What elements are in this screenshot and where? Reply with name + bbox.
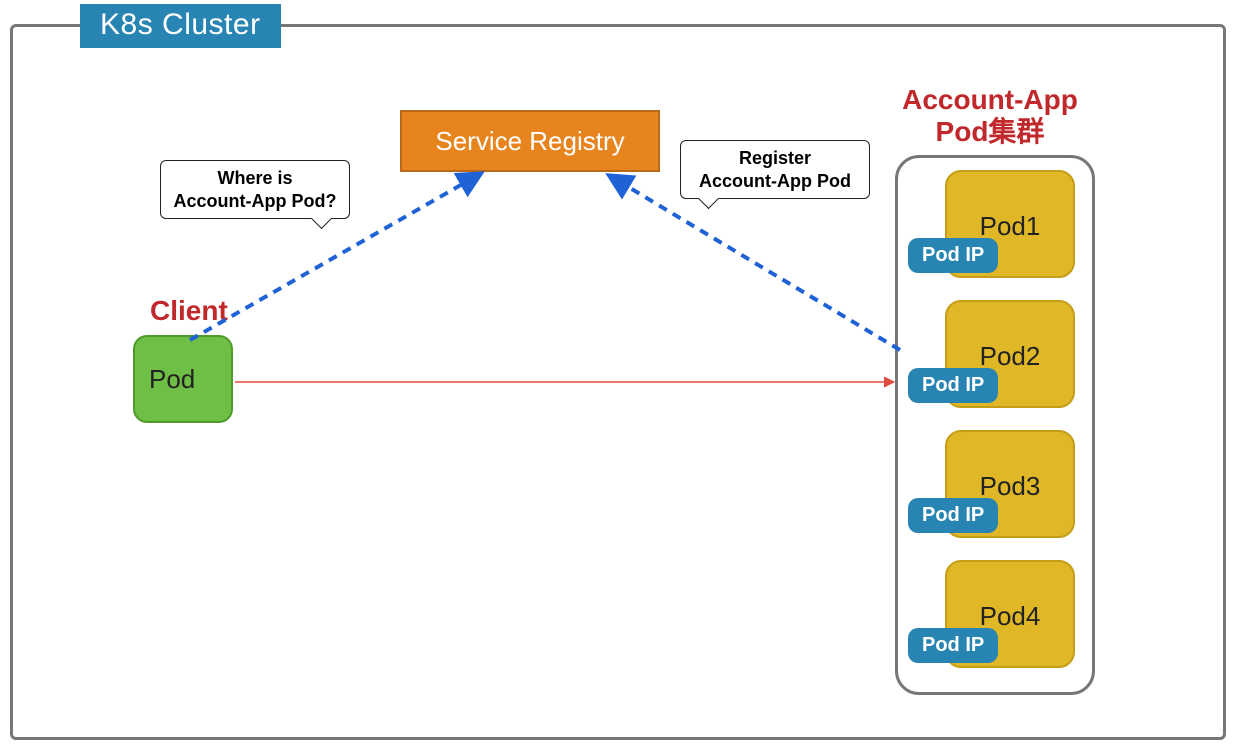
- bubble-left-line1: Where is: [217, 168, 292, 188]
- speech-bubble-register: Register Account-App Pod: [680, 140, 870, 199]
- client-pod-box: Pod: [133, 335, 233, 423]
- account-app-heading-line2: Pod集群: [936, 116, 1045, 147]
- client-heading: Client: [150, 295, 228, 327]
- diagram-canvas: K8s Cluster Service Registry Client Pod …: [0, 0, 1236, 750]
- pod-ip-badge: Pod IP: [908, 498, 998, 533]
- bubble-left-line2: Account-App Pod?: [174, 191, 337, 211]
- speech-bubble-where-is: Where is Account-App Pod?: [160, 160, 350, 219]
- account-app-heading-line1: Account-App: [902, 84, 1078, 115]
- pod-ip-badge: Pod IP: [908, 628, 998, 663]
- account-app-heading: Account-App Pod集群: [850, 84, 1130, 148]
- bubble-right-line1: Register: [739, 148, 811, 168]
- cluster-title-badge: K8s Cluster: [80, 4, 281, 48]
- pod-ip-badge: Pod IP: [908, 368, 998, 403]
- bubble-right-line2: Account-App Pod: [699, 171, 851, 191]
- pod-ip-badge: Pod IP: [908, 238, 998, 273]
- service-registry-box: Service Registry: [400, 110, 660, 172]
